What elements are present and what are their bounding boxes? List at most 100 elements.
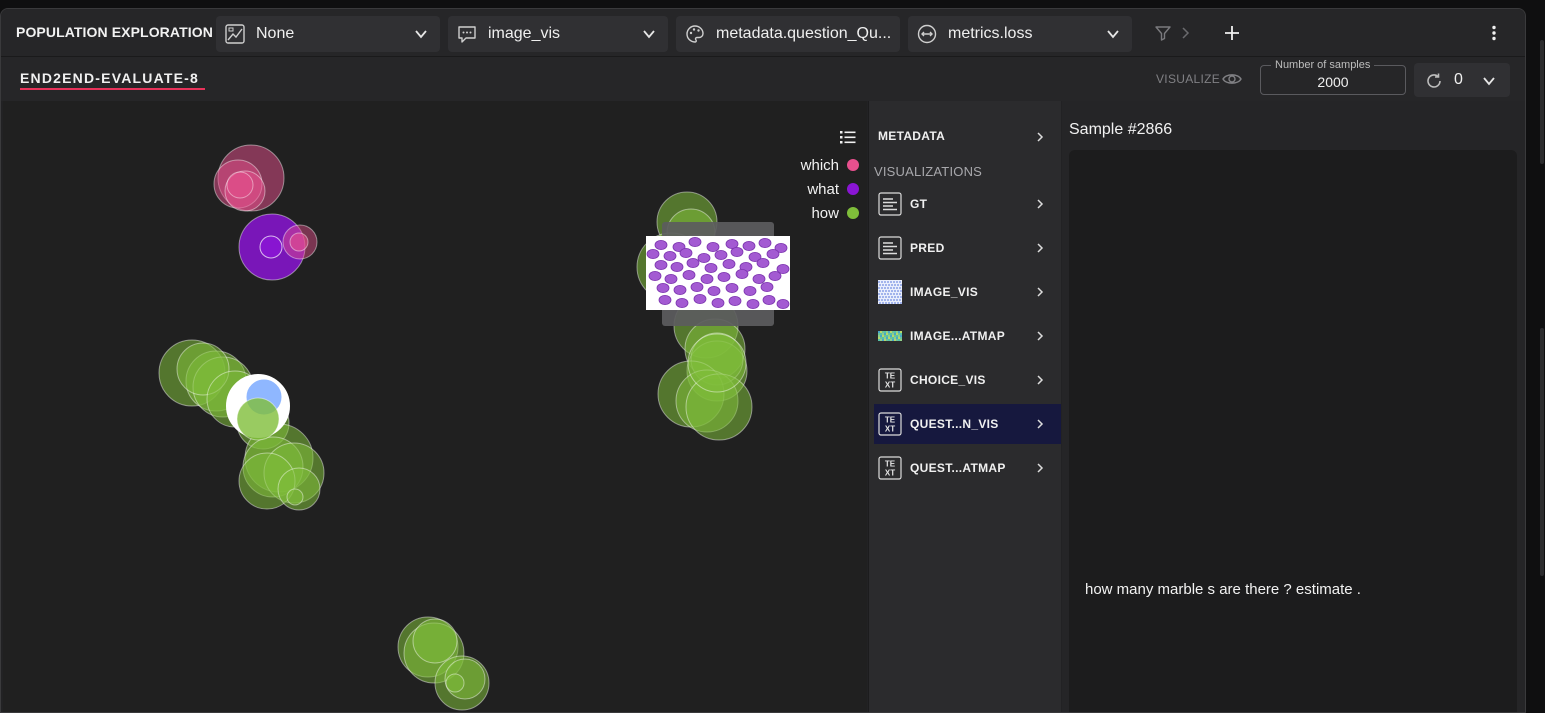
heatmap-thumbnail-icon [878,331,902,341]
app-window: POPULATION EXPLORATION None image_vis me… [0,8,1526,713]
visualization-item-image-atmap[interactable]: IMAGE...ATMAP [874,316,1061,356]
scatter-point[interactable] [259,235,283,259]
page-title: POPULATION EXPLORATION [16,24,213,40]
text-box-icon: TEXT [878,368,902,392]
sub-header: END2END-EVALUATE-8 VISUALIZE Number of s… [1,57,1525,101]
chevron-down-icon [1483,77,1495,86]
sample-panel: Sample #2866 how many marble s are there… [1062,101,1525,712]
metadata-label: METADATA [878,129,946,143]
resize-horizontal-icon [917,24,937,44]
svg-text:XT: XT [885,469,895,478]
scatter-point[interactable] [687,333,747,393]
legend-swatch [847,207,859,219]
more-vertical-icon[interactable] [1484,23,1504,43]
sample-content-card: how many marble s are there ? estimate . [1069,150,1517,712]
svg-text:XT: XT [885,381,895,390]
chevron-right-icon [1037,287,1044,297]
dropdown-size-by[interactable]: metrics.loss [908,16,1132,52]
dropdown-label: None [256,25,295,42]
version-value: 0 [1454,71,1463,88]
dropdown-color-by[interactable]: metadata.question_Qu... [676,16,900,52]
dropdown-label: metadata.question_Qu... [716,25,891,42]
visualize-label: VISUALIZE [1156,72,1221,86]
refresh-icon [1427,73,1441,88]
text-lines-icon [878,236,902,260]
image-chart-icon [225,24,245,44]
chevron-down-icon [643,30,655,39]
svg-text:TE: TE [885,372,896,381]
visualization-item-quest-atmap[interactable]: TE XT QUEST...ATMAP [874,448,1061,488]
top-toolbar: POPULATION EXPLORATION None image_vis me… [1,9,1525,57]
chevron-right-icon [1037,132,1044,142]
comment-icon [458,26,476,43]
window-edge [1526,0,1545,713]
eye-icon [1222,74,1242,84]
chevron-down-icon [415,30,427,39]
dropdown-label-by[interactable]: image_vis [448,16,668,52]
sample-title: Sample #2866 [1069,121,1173,138]
svg-text:XT: XT [885,425,895,434]
image-thumbnail-icon [878,280,902,304]
scatter-point[interactable] [412,618,458,664]
visualization-item-choice-vis[interactable]: TE XT CHOICE_VIS [874,360,1061,400]
visualization-item-label: IMAGE...ATMAP [910,329,1006,343]
visualization-panel: METADATA VISUALIZATIONS GT PRED IMAGE_VIS I… [868,101,1061,712]
legend-label: which [800,156,839,174]
chevron-right-icon [1037,199,1044,209]
legend-item-what[interactable]: what [807,179,859,199]
legend-swatch [847,183,859,195]
chevron-down-icon [1107,30,1119,39]
scatter-point[interactable] [236,397,280,441]
visualize-button[interactable]: VISUALIZE [1156,67,1246,91]
scatter-point[interactable] [445,673,465,693]
visualization-item-label: CHOICE_VIS [910,373,986,387]
dropdown-label: metrics.loss [948,25,1033,42]
scatter-point[interactable] [289,232,309,252]
visualization-item-label: QUEST...N_VIS [910,417,999,431]
visualization-item-label: IMAGE_VIS [910,285,979,299]
chevron-right-icon [1037,463,1044,473]
scatter-plot[interactable] [3,101,867,713]
visualization-item-pred[interactable]: PRED [874,228,1061,268]
scatter-plot-area[interactable]: which what how [3,101,867,713]
text-box-icon: TEXT [878,456,902,480]
dropdown-label: image_vis [488,25,561,42]
visualization-item-label: QUEST...ATMAP [910,461,1006,475]
legend-label: how [811,204,839,222]
legend-item-how[interactable]: how [811,203,859,223]
dropdown-preview[interactable]: None [216,16,440,52]
palette-icon [686,25,704,43]
svg-text:TE: TE [885,416,896,425]
samples-field-label: Number of samples [1271,59,1375,71]
chevron-right-icon [1037,375,1044,385]
plus-icon[interactable] [1222,23,1242,43]
svg-text:TE: TE [885,460,896,469]
legend-item-which[interactable]: which [801,155,859,175]
visualization-item-label: GT [910,197,928,211]
sample-question-text: how many marble s are there ? estimate . [1085,581,1361,598]
visualization-item-gt[interactable]: GT [874,184,1061,224]
scatter-point[interactable] [226,171,254,199]
visualization-item-image-vis[interactable]: IMAGE_VIS [874,272,1061,312]
scatter-point[interactable] [286,488,304,506]
number-of-samples-input[interactable]: Number of samples 2000 [1260,59,1406,95]
legend-label: what [807,180,839,198]
filter-icon[interactable] [1153,23,1173,43]
samples-value: 2000 [1317,74,1349,90]
visualization-item-label: PRED [910,241,945,255]
chevron-right-icon [1037,331,1044,341]
chevron-right-icon [1037,419,1044,429]
tab-active-indicator [20,88,205,90]
tab-end2end-evaluate[interactable]: END2END-EVALUATE-8 [20,70,199,86]
chevron-right-icon [1182,27,1190,39]
visualization-item-quest-n-vis[interactable]: TE XT QUEST...N_VIS [874,404,1061,444]
legend-list-icon[interactable] [839,129,857,145]
text-lines-icon [878,192,902,216]
version-select[interactable]: 0 [1414,63,1510,97]
visualizations-heading: VISUALIZATIONS [874,164,983,179]
metadata-section[interactable]: METADATA [869,119,1061,151]
chevron-right-icon [1037,243,1044,253]
text-box-icon: TEXT [878,412,902,436]
hover-image-preview [646,222,790,326]
legend-swatch [847,159,859,171]
